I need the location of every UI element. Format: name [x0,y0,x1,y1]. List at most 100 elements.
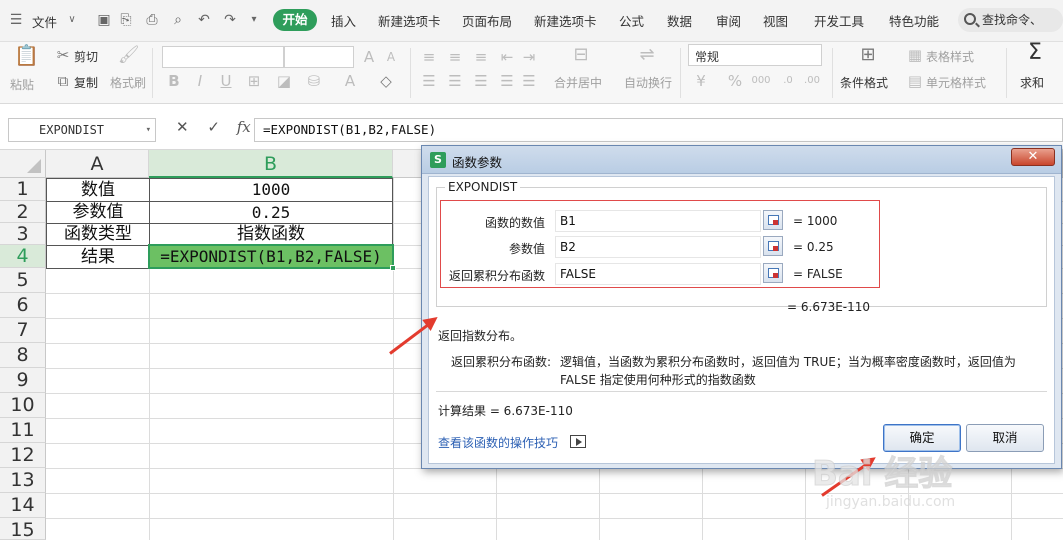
row-header-12[interactable]: 12 [0,443,46,468]
tab-data[interactable]: 数据 [667,11,692,30]
file-menu[interactable]: 文件 [32,12,57,31]
tab-developer[interactable]: 开发工具 [814,11,864,30]
italic-icon[interactable]: I [192,72,208,90]
arg-input-cumulative[interactable]: FALSE [555,263,761,285]
conditional-format-button[interactable]: 条件格式 [840,74,888,91]
increase-decimal-icon[interactable]: .0 [778,72,798,90]
distribute-icon[interactable]: ☰ [520,72,538,90]
tab-review[interactable]: 审阅 [716,11,741,30]
copy-button[interactable]: 复制 [74,74,98,91]
paste-button[interactable]: 粘贴 [10,76,34,93]
export-icon[interactable]: ⎘ [118,12,134,28]
border-icon[interactable]: ⊞ [244,72,264,90]
help-link[interactable]: 查看该函数的操作技巧 [438,434,558,451]
range-picker-icon[interactable] [763,236,783,256]
row-header-10[interactable]: 10 [0,393,46,418]
save-icon[interactable]: ▣ [96,12,112,28]
font-family-select[interactable] [162,46,284,68]
tab-home[interactable]: 开始 [273,9,317,31]
row-header-3[interactable]: 3 [0,223,46,245]
range-picker-icon[interactable] [763,263,783,283]
tab-formula[interactable]: 公式 [619,11,644,30]
print-icon[interactable]: ⎙ [144,12,160,28]
tab-insert[interactable]: 插入 [331,11,356,30]
fx-icon[interactable]: fx [237,118,251,136]
decrease-decimal-icon[interactable]: .00 [802,72,822,90]
currency-icon[interactable]: ¥ [692,72,710,90]
tab-special[interactable]: 特色功能 [889,11,939,30]
indent-icon[interactable]: ⇤ [498,48,516,66]
column-header-b[interactable]: B [149,150,393,178]
conditional-format-icon[interactable]: ⊞ [856,46,880,64]
tab-page-layout[interactable]: 页面布局 [462,11,512,30]
fill-color-icon[interactable]: ◪ [274,72,294,90]
cell-style-button[interactable]: 单元格样式 [926,74,986,91]
align-center-icon[interactable]: ☰ [446,72,464,90]
row-header-9[interactable]: 9 [0,368,46,393]
row-header-11[interactable]: 11 [0,418,46,443]
active-cell-b4[interactable]: =EXPONDIST(B1,B2,FALSE) [148,244,396,271]
sum-button[interactable]: 求和 [1020,74,1044,91]
confirm-formula-icon[interactable]: ✓ [207,118,220,136]
percent-icon[interactable]: % [726,72,744,90]
chevron-down-icon[interactable]: ∨ [64,12,80,28]
arg-input-number[interactable]: B1 [555,210,761,232]
preview-icon[interactable]: ⌕ [170,12,186,28]
brush-icon[interactable]: 🖌 [118,46,140,64]
align-bottom-icon[interactable]: ≡ [472,48,490,66]
customize-icon[interactable]: ▾ [246,12,262,28]
close-button[interactable]: ✕ [1011,148,1055,166]
font-color-icon[interactable]: A [342,72,358,90]
cell-b1[interactable]: 1000 [149,178,393,202]
dialog-title-bar[interactable]: S 函数参数 ✕ [422,146,1061,174]
cell-style-icon[interactable]: ▤ [906,72,924,90]
cancel-formula-icon[interactable]: ✕ [176,118,189,136]
table-style-button[interactable]: 表格样式 [926,48,974,65]
paste-icon[interactable]: 📋 [14,45,39,65]
undo-icon[interactable]: ↶ [196,12,212,28]
font-size-select[interactable] [284,46,354,68]
font-grow-icon[interactable]: A [360,48,378,66]
scissors-icon[interactable]: ✂ [55,46,71,64]
align-left-icon[interactable]: ☰ [420,72,438,90]
align-middle-icon[interactable]: ≡ [446,48,464,66]
underline-icon[interactable]: U [218,72,234,90]
cell-b3[interactable]: 指数函数 [149,223,393,246]
tab-new-1[interactable]: 新建选项卡 [378,11,441,30]
chevron-down-icon[interactable]: ▾ [146,119,151,141]
tab-new-2[interactable]: 新建选项卡 [534,11,597,30]
format-painter-button[interactable]: 格式刷 [110,74,146,91]
row-header-1[interactable]: 1 [0,178,46,201]
row-header-14[interactable]: 14 [0,493,46,518]
formula-input[interactable]: =EXPONDIST(B1,B2,FALSE) [254,118,1063,142]
thousands-icon[interactable]: 000 [750,72,772,90]
arg-input-lambda[interactable]: B2 [555,236,761,258]
eraser-icon[interactable]: ◇ [376,72,396,90]
cell-a3[interactable]: 函数类型 [46,223,150,246]
cell-b2[interactable]: 0.25 [149,201,393,224]
merge-center-button[interactable]: 合并居中 [554,74,602,91]
number-format-select[interactable]: 常规 [688,44,822,66]
row-header-2[interactable]: 2 [0,201,46,223]
cell-a4[interactable]: 结果 [46,245,150,269]
row-header-6[interactable]: 6 [0,293,46,318]
row-header-5[interactable]: 5 [0,268,46,293]
align-right-icon[interactable]: ☰ [472,72,490,90]
row-header-13[interactable]: 13 [0,468,46,493]
row-header-8[interactable]: 8 [0,343,46,368]
fill-bucket-icon[interactable]: ⛁ [305,72,323,90]
wrap-text-button[interactable]: 自动换行 [624,74,672,91]
range-picker-icon[interactable] [763,210,783,230]
outdent-icon[interactable]: ⇥ [520,48,538,66]
select-all-corner[interactable] [0,150,46,178]
cell-a2[interactable]: 参数值 [46,201,150,224]
copy-icon[interactable]: ⧉ [55,72,71,90]
sum-icon[interactable]: Σ [1024,42,1046,64]
redo-icon[interactable]: ↷ [222,12,238,28]
align-top-icon[interactable]: ≡ [420,48,438,66]
table-style-icon[interactable]: ▦ [906,46,924,64]
cut-button[interactable]: 剪切 [74,48,98,65]
justify-icon[interactable]: ☰ [498,72,516,90]
bold-icon[interactable]: B [166,72,182,90]
row-header-4[interactable]: 4 [0,245,46,268]
